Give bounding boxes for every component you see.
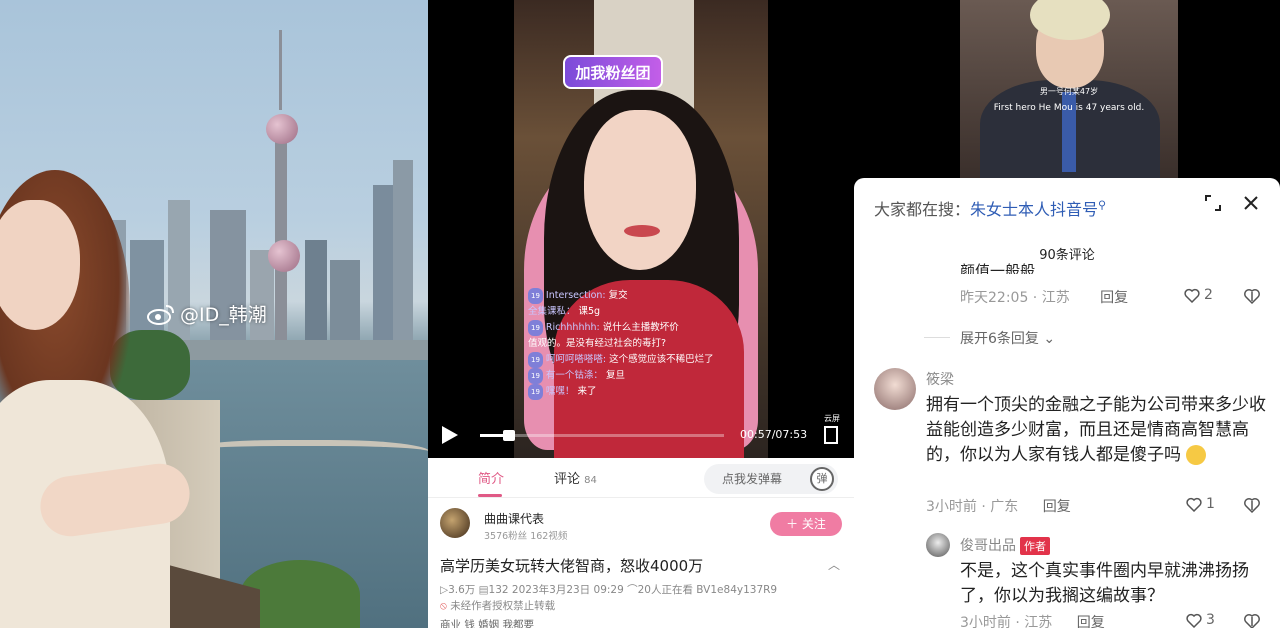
screenshot-collage: @ID_韩潮 加我粉丝团 19 Intersection: 复交 全集课私： 课5g … xyxy=(0,0,1280,628)
player-controls: 00:57/07:53 xyxy=(428,420,854,458)
dislike-icon[interactable] xyxy=(1244,613,1260,628)
follow-button[interactable]: ＋ 关注 xyxy=(770,512,842,536)
comment-meta: 昨天22:05 · 江苏 回复 xyxy=(960,290,1129,306)
comments-sheet: 大家都在搜：朱女士本人抖音号⚲ 90条评论 颜值一般般 昨天22:05 · 江苏… xyxy=(854,178,1280,628)
comment-text: 不是，这个真实事件圈内早就沸沸扬扬了，你以为我搁这编故事？ xyxy=(960,561,1249,606)
ban-icon: ⦸ xyxy=(440,600,451,612)
video-title: 高学历美女玩转大佬智商，怒收4000万 xyxy=(440,557,704,575)
playback-time: 00:57/07:53 xyxy=(740,428,808,441)
repost-notice: ⦸ 未经作者授权禁止转载 xyxy=(440,598,555,613)
heart-icon xyxy=(1184,288,1200,303)
collapse-icon[interactable]: ︿ xyxy=(828,556,840,573)
subtitle-en: First hero He Mou is 47 years old. xyxy=(993,103,1145,113)
danmu-placeholder: 点我发弹幕 xyxy=(722,472,783,486)
weibo-icon xyxy=(147,304,174,325)
trending-search: 大家都在搜：朱女士本人抖音号⚲ xyxy=(874,196,1106,220)
comment-time: 昨天22:05 xyxy=(960,290,1029,306)
heart-icon xyxy=(1186,497,1202,512)
divider xyxy=(924,337,950,338)
video-tabs: 简介 评论 84 点我发弹幕 弹 xyxy=(428,458,854,498)
avatar[interactable] xyxy=(926,533,950,557)
comment-text: 拥有一个顶尖的金融之子能为公司带来多少收益能创造多少财富，而且还是情商高智慧高的… xyxy=(926,395,1266,465)
commenter-name: 俊哥出品 作者 xyxy=(960,535,1050,555)
comment-text: 颜值一般般 xyxy=(960,262,1036,274)
subtitle-cn: 男一号何某47岁 xyxy=(1039,87,1099,96)
video-tags[interactable]: 商业 钱 婚姻 我都要 xyxy=(440,617,534,628)
comments-page: 男一号何某47岁 First hero He Mou is 47 years o… xyxy=(854,0,1280,628)
dislike-icon[interactable] xyxy=(1244,288,1260,304)
like-count: 2 xyxy=(1204,287,1213,303)
comment-location: 广东 xyxy=(990,499,1019,515)
chat-row: 19 Richhhhhh: 说什么主播教坏价 xyxy=(528,320,758,336)
like-button[interactable]: 1 xyxy=(1186,496,1215,512)
commenter-name-text[interactable]: 俊哥出品 xyxy=(960,538,1016,554)
comment-count: 90条评论 xyxy=(1039,248,1095,263)
dislike-icon[interactable] xyxy=(1244,497,1260,513)
notice-text: 未经作者授权禁止转载 xyxy=(450,600,556,612)
fan-club-badge[interactable]: 加我粉丝团 xyxy=(563,55,663,89)
video-page: 加我粉丝团 19 Intersection: 复交 全集课私： 课5g 19 Richh… xyxy=(428,0,854,628)
comment-location: 江苏 xyxy=(1024,615,1053,628)
tab-comments-label: 评论 xyxy=(554,472,581,487)
weibo-watermark: @ID_韩潮 xyxy=(146,300,267,327)
comments-count: 84 xyxy=(584,475,597,486)
like-count: 1 xyxy=(1206,496,1215,512)
chat-row: 值观的。是没有经过社会的毒打? xyxy=(528,338,667,349)
comment-meta: 3小时前 · 广东 回复 xyxy=(926,499,1071,515)
like-button[interactable]: 2 xyxy=(1184,287,1213,303)
tab-intro[interactable]: 简介 xyxy=(478,468,504,487)
uploader-meta: 3576粉丝 162视频 xyxy=(484,531,568,542)
reply-button[interactable]: 回复 xyxy=(1043,499,1071,515)
search-icon[interactable]: ⚲ xyxy=(1098,199,1106,212)
chat-row: 19 嘿嘿！ 来了 xyxy=(528,384,758,400)
chat-row: 全集课私： 课5g xyxy=(528,306,601,317)
avatar[interactable] xyxy=(440,508,470,538)
comment-meta: 3小时前 · 江苏 回复 xyxy=(960,612,1105,628)
like-count: 3 xyxy=(1206,612,1215,628)
top-video[interactable]: 男一号何某47岁 First hero He Mou is 47 years o… xyxy=(960,0,1178,178)
video-player[interactable]: 加我粉丝团 19 Intersection: 复交 全集课私： 课5g 19 Richh… xyxy=(428,0,854,458)
tab-comments[interactable]: 评论 84 xyxy=(554,468,597,487)
reply-button[interactable]: 回复 xyxy=(1100,290,1128,306)
live-chat: 19 Intersection: 复交 全集课私： 课5g 19 Richhhhhh: 说… xyxy=(528,288,758,400)
fullscreen-icon[interactable] xyxy=(824,426,838,444)
expand-icon[interactable] xyxy=(1204,194,1222,212)
play-icon[interactable] xyxy=(442,426,458,444)
search-prefix: 大家都在搜： xyxy=(874,200,971,219)
bridge-far xyxy=(180,340,428,360)
close-icon[interactable] xyxy=(1242,194,1260,212)
shanghai-photo: @ID_韩潮 xyxy=(0,0,428,628)
like-button[interactable]: 3 xyxy=(1186,612,1215,628)
chat-row: 19 有一个钴涤： 复旦 xyxy=(528,368,758,384)
comment-time: 3小时前 xyxy=(926,499,977,515)
laugh-emoji-icon xyxy=(1186,445,1207,465)
avatar[interactable] xyxy=(874,368,916,410)
chat-row: 19 呵呵呵嗒嗒嗒: 这个感觉应该不稀巴烂了 xyxy=(528,352,758,368)
author-badge: 作者 xyxy=(1020,537,1050,555)
comment-time: 3小时前 xyxy=(960,615,1011,628)
chat-row: 19 Intersection: 复交 xyxy=(528,288,758,304)
uploader-name[interactable]: 曲曲课代表 xyxy=(484,510,544,527)
danmu-toggle-icon[interactable]: 弹 xyxy=(810,467,834,491)
watermark-text: @ID_韩潮 xyxy=(180,304,267,326)
heart-icon xyxy=(1186,613,1202,628)
commenter-name[interactable]: 筱梁 xyxy=(926,369,954,389)
video-stats: ▷3.6万 ▤132 2023年3月23日 09:29 ⌒20人正在看 BV1e… xyxy=(440,584,778,596)
active-tab-indicator xyxy=(478,494,502,497)
progress-bar[interactable] xyxy=(480,434,724,437)
expand-replies[interactable]: 展开6条回复 ⌄ xyxy=(960,328,1055,348)
danmu-input[interactable]: 点我发弹幕 弹 xyxy=(704,464,838,494)
comment-location: 江苏 xyxy=(1041,290,1070,306)
reply-button[interactable]: 回复 xyxy=(1077,615,1105,628)
search-link[interactable]: 朱女士本人抖音号 xyxy=(970,200,1098,219)
progress-knob[interactable] xyxy=(503,430,516,441)
